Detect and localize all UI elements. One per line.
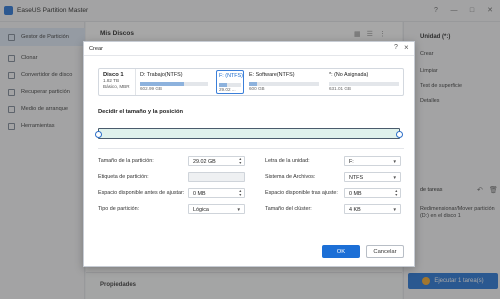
stepper-arrows-icon[interactable]: ▲ ▼ bbox=[394, 189, 398, 197]
stepper-arrows-icon[interactable]: ▲ ▼ bbox=[238, 189, 242, 197]
close-icon[interactable]: × bbox=[404, 43, 409, 52]
partition-size-slider[interactable] bbox=[95, 128, 403, 139]
chevron-down-icon: ▼ bbox=[392, 175, 397, 180]
partition-unallocated[interactable]: *: (No Asignada) 631.01 GB bbox=[327, 70, 403, 94]
partition-size: 29.02 ... bbox=[219, 87, 236, 92]
partition-size-stepper[interactable]: 29.02 GB ▲ ▼ bbox=[188, 156, 245, 166]
partition-f[interactable]: F: (NTFS) 29.02 ... bbox=[216, 70, 244, 94]
file-system-label: Sistema de Archivos: bbox=[265, 174, 316, 180]
partition-type-label: Tipo de partición: bbox=[98, 206, 140, 212]
drive-letter-value: F: bbox=[349, 159, 354, 165]
partition-name: E: Software(NTFS) bbox=[249, 72, 295, 78]
space-after-value: 0 MB bbox=[349, 191, 362, 197]
ok-button[interactable]: OK bbox=[322, 245, 360, 258]
drive-letter-label: Letra de la unidad: bbox=[265, 158, 310, 164]
divider bbox=[98, 148, 404, 149]
disk-info: Disco 1 1.82 TB Básico, MBR bbox=[99, 69, 136, 95]
cluster-size-label: Tamaño del clúster: bbox=[265, 206, 312, 212]
space-after-stepper[interactable]: 0 MB ▲ ▼ bbox=[344, 188, 401, 198]
cancel-button[interactable]: Cancelar bbox=[366, 245, 404, 258]
partition-name: *: (No Asignada) bbox=[329, 72, 369, 78]
space-before-stepper[interactable]: 0 MB ▲ ▼ bbox=[188, 188, 245, 198]
partition-name: F: (NTFS) bbox=[219, 73, 243, 79]
partition-type-value: Lógica bbox=[193, 207, 209, 213]
space-before-label: Espacio disponible antes de ajustar: bbox=[98, 190, 185, 196]
cluster-size-select[interactable]: 4 KB ▼ bbox=[344, 204, 401, 214]
slider-left-handle[interactable] bbox=[95, 131, 102, 138]
chevron-down-icon: ▼ bbox=[236, 207, 241, 212]
partition-d[interactable]: D: Trabajo(NTFS) 602.99 GB bbox=[138, 70, 214, 94]
section-title: Decidir el tamaño y la posición bbox=[98, 109, 184, 115]
slider-right-handle[interactable] bbox=[396, 131, 403, 138]
drive-letter-select[interactable]: F: ▼ bbox=[344, 156, 401, 166]
chevron-down-icon: ▼ bbox=[392, 207, 397, 212]
space-after-label: Espacio disponible tras ajuste: bbox=[265, 190, 338, 196]
space-before-value: 0 MB bbox=[193, 191, 206, 197]
partition-size-label: Tamaño de la partición: bbox=[98, 158, 154, 164]
partition-e[interactable]: E: Software(NTFS) 600 GB bbox=[247, 70, 325, 94]
cluster-size-value: 4 KB bbox=[349, 207, 361, 213]
disk-map: Disco 1 1.82 TB Básico, MBR D: Trabajo(N… bbox=[98, 68, 404, 96]
partition-size-value: 29.02 GB bbox=[193, 159, 216, 165]
file-system-select[interactable]: NTFS ▼ bbox=[344, 172, 401, 182]
partition-label-label: Etiqueta de partición: bbox=[98, 174, 149, 180]
partition-type-select[interactable]: Lógica ▼ bbox=[188, 204, 245, 214]
file-system-value: NTFS bbox=[349, 175, 364, 181]
partition-size: 602.99 GB bbox=[140, 86, 162, 91]
create-dialog: Crear ? × Disco 1 1.82 TB Básico, MBR D:… bbox=[83, 41, 415, 267]
chevron-down-icon: ▼ bbox=[392, 159, 397, 164]
partition-label-input[interactable] bbox=[188, 172, 245, 182]
help-icon[interactable]: ? bbox=[394, 44, 398, 51]
divider bbox=[84, 55, 414, 56]
partition-size: 600 GB bbox=[249, 86, 265, 91]
disk-type: Básico, MBR bbox=[103, 83, 130, 89]
partition-name: D: Trabajo(NTFS) bbox=[140, 72, 183, 78]
dialog-title: Crear bbox=[89, 46, 103, 52]
partition-size: 631.01 GB bbox=[329, 86, 351, 91]
stepper-arrows-icon[interactable]: ▲ ▼ bbox=[238, 157, 242, 165]
